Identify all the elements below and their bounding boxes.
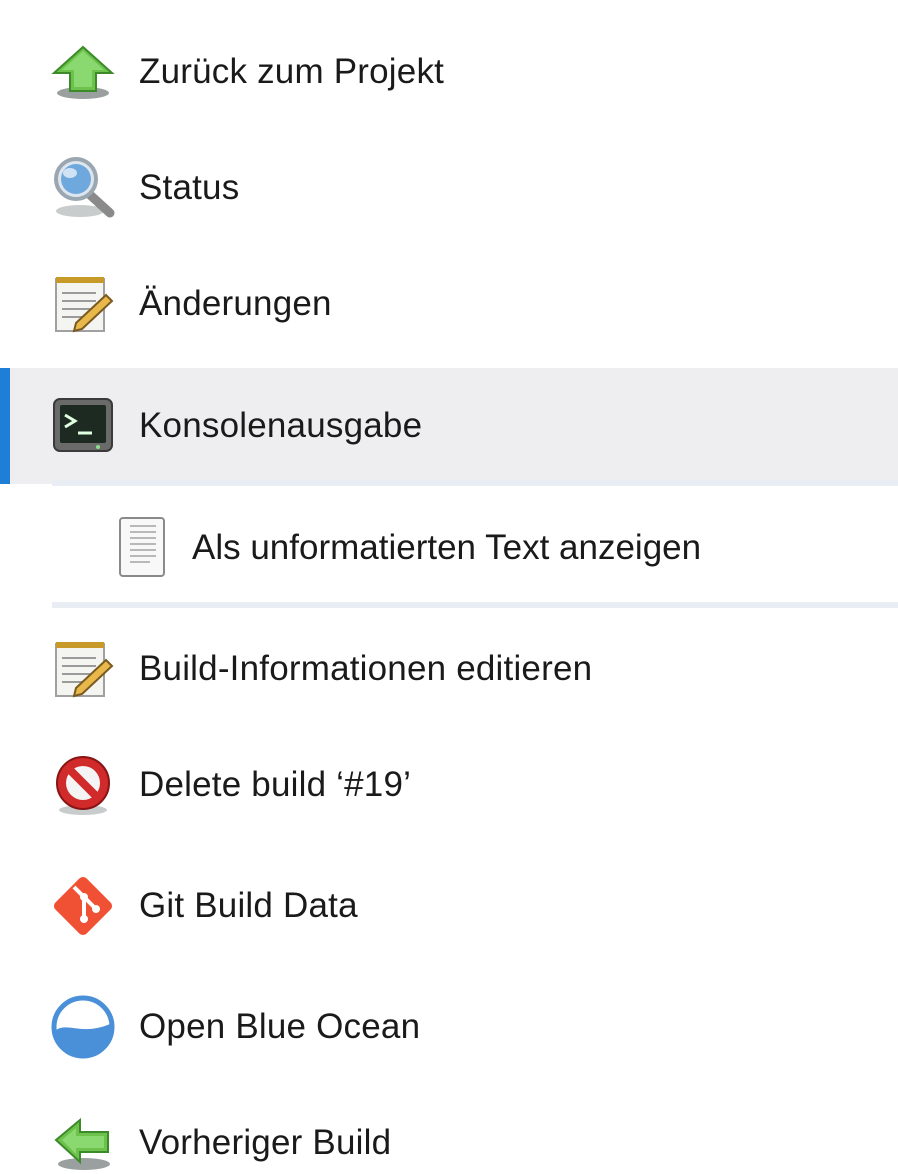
no-entry-icon: [50, 752, 116, 818]
notepad-icon: [50, 636, 116, 702]
document-icon: [114, 516, 170, 578]
sidebar-item-label: Änderungen: [139, 284, 332, 323]
sidebar-item-label: Build-Informationen editieren: [139, 649, 593, 688]
git-icon: [50, 873, 116, 939]
sidebar-item-delete-build[interactable]: Delete build ‘#19’: [0, 727, 898, 843]
sidebar-item-label: Delete build ‘#19’: [139, 765, 412, 804]
sidebar-item-label: Open Blue Ocean: [139, 1007, 421, 1046]
sidebar-item-status[interactable]: Status: [0, 130, 898, 246]
terminal-icon: [50, 393, 116, 459]
back-arrow-icon: [50, 1110, 116, 1174]
blue-ocean-icon: [50, 994, 116, 1060]
sidebar-item-console-output[interactable]: Konsolenausgabe: [0, 368, 898, 484]
sidebar-item-label: Vorheriger Build: [139, 1123, 392, 1162]
sidebar-item-open-blue-ocean[interactable]: Open Blue Ocean: [0, 969, 898, 1085]
notepad-icon: [50, 271, 116, 337]
sidebar-item-label: Git Build Data: [139, 886, 358, 925]
magnifier-icon: [50, 155, 116, 221]
sidebar-subitem-plain-text[interactable]: Als unformatierten Text anzeigen: [52, 480, 898, 608]
sidebar-item-back-to-project[interactable]: Zurück zum Projekt: [0, 14, 898, 130]
up-arrow-icon: [50, 39, 116, 105]
sidebar-item-git-build-data[interactable]: Git Build Data: [0, 848, 898, 964]
sidebar-item-changes[interactable]: Änderungen: [0, 246, 898, 362]
sidebar-item-previous-build[interactable]: Vorheriger Build: [0, 1085, 898, 1174]
sidebar-item-label: Zurück zum Projekt: [139, 52, 445, 91]
sidebar-item-edit-build-info[interactable]: Build-Informationen editieren: [0, 611, 898, 727]
sidebar-nav: Zurück zum Projekt Status Änderungen Kon…: [0, 0, 898, 1174]
sidebar-item-label: Als unformatierten Text anzeigen: [192, 528, 702, 567]
sidebar-item-label: Status: [139, 168, 240, 207]
sidebar-item-label: Konsolenausgabe: [139, 406, 423, 445]
